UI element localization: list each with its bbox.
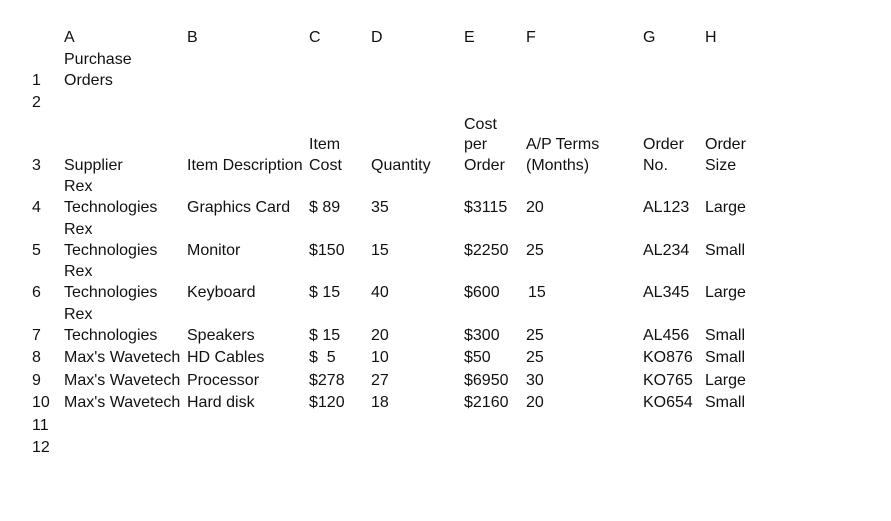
- cell-supplier[interactable]: Rex: [64, 219, 92, 240]
- cell-item-description[interactable]: Processor: [187, 370, 259, 391]
- column-header-h[interactable]: H: [705, 27, 717, 48]
- cell-supplier[interactable]: Rex: [64, 304, 92, 325]
- cell-cost-per-order[interactable]: $6950: [464, 370, 509, 391]
- cell-item-cost[interactable]: $120: [309, 392, 345, 413]
- header-quantity[interactable]: Quantity: [371, 155, 431, 176]
- cell-cost-per-order[interactable]: $3115: [464, 197, 507, 218]
- row-number[interactable]: 9: [32, 370, 41, 391]
- row-number[interactable]: 6: [32, 282, 41, 303]
- row-number[interactable]: 10: [32, 392, 50, 413]
- header-item-cost-line-2[interactable]: Cost: [309, 155, 342, 176]
- cell-ap-terms[interactable]: 25: [526, 325, 544, 346]
- cell-quantity[interactable]: 40: [371, 282, 389, 303]
- column-header-f[interactable]: F: [526, 27, 536, 48]
- cell-quantity[interactable]: 35: [371, 197, 389, 218]
- header-order-no-line-2[interactable]: No.: [643, 155, 668, 176]
- cell-cost-per-order[interactable]: $2250: [464, 240, 509, 261]
- cell-order-no[interactable]: AL234: [643, 240, 689, 261]
- cell-supplier[interactable]: Technologies: [64, 282, 157, 303]
- row-number[interactable]: 7: [32, 325, 41, 346]
- header-cost-per-order-line-3[interactable]: Order: [464, 155, 505, 176]
- cell-quantity[interactable]: 15: [371, 240, 389, 261]
- cell-supplier[interactable]: Max's Wavetech: [64, 347, 180, 368]
- cell-supplier[interactable]: Max's Wavetech: [64, 370, 180, 391]
- cell-ap-terms[interactable]: 30: [526, 370, 544, 391]
- row-number[interactable]: 12: [32, 437, 50, 458]
- column-header-d[interactable]: D: [371, 27, 383, 48]
- header-order-size-line-1[interactable]: Order: [705, 134, 746, 155]
- header-ap-terms-line-1[interactable]: A/P Terms: [526, 134, 599, 155]
- cell-item-cost[interactable]: $ 15: [309, 325, 340, 346]
- cell-order-no[interactable]: KO654: [643, 392, 693, 413]
- cell-item-description[interactable]: Keyboard: [187, 282, 256, 303]
- column-header-a[interactable]: A: [64, 27, 75, 48]
- row-number[interactable]: 3: [32, 155, 41, 176]
- cell-order-no[interactable]: KO765: [643, 370, 693, 391]
- cell-order-size[interactable]: Large: [705, 197, 746, 218]
- cell-order-size[interactable]: Small: [705, 392, 745, 413]
- row-number[interactable]: 5: [32, 240, 41, 261]
- cell-item-cost[interactable]: $ 5: [309, 347, 336, 368]
- row-number[interactable]: 1: [32, 70, 41, 91]
- cell-item-cost[interactable]: $ 89: [309, 197, 340, 218]
- cell-item-description[interactable]: HD Cables: [187, 347, 264, 368]
- cell-order-size[interactable]: Small: [705, 240, 745, 261]
- header-order-no-line-1[interactable]: Order: [643, 134, 684, 155]
- header-order-size-line-2[interactable]: Size: [705, 155, 736, 176]
- cell-item-description[interactable]: Hard disk: [187, 392, 255, 413]
- cell-supplier[interactable]: Max's Wavetech: [64, 392, 180, 413]
- cell-cost-per-order[interactable]: $600: [464, 282, 500, 303]
- cell-order-no[interactable]: AL456: [643, 325, 689, 346]
- cell-supplier[interactable]: Technologies: [64, 197, 157, 218]
- cell-order-size[interactable]: Large: [705, 370, 746, 391]
- cell-item-cost[interactable]: $ 15: [309, 282, 340, 303]
- column-header-b[interactable]: B: [187, 27, 198, 48]
- cell-quantity[interactable]: 10: [371, 347, 389, 368]
- cell-cost-per-order[interactable]: $2160: [464, 392, 509, 413]
- cell-supplier[interactable]: Rex: [64, 261, 92, 282]
- cell-order-size[interactable]: Small: [705, 347, 745, 368]
- cell-order-no[interactable]: KO876: [643, 347, 693, 368]
- cell-order-size[interactable]: Large: [705, 282, 746, 303]
- column-header-g[interactable]: G: [643, 27, 655, 48]
- cell-ap-terms[interactable]: 15: [528, 282, 546, 303]
- cell-supplier[interactable]: Technologies: [64, 325, 157, 346]
- column-header-c[interactable]: C: [309, 27, 321, 48]
- header-supplier[interactable]: Supplier: [64, 155, 123, 176]
- cell-cost-per-order[interactable]: $50: [464, 347, 491, 368]
- cell-ap-terms[interactable]: 20: [526, 392, 544, 413]
- header-item-description[interactable]: Item Description: [187, 155, 303, 176]
- row-number[interactable]: 2: [32, 92, 41, 113]
- sheet-title-line-2[interactable]: Orders: [64, 70, 113, 91]
- cell-item-cost[interactable]: $150: [309, 240, 345, 261]
- cell-ap-terms[interactable]: 25: [526, 347, 544, 368]
- cell-item-description[interactable]: Graphics Card: [187, 197, 290, 218]
- column-header-e[interactable]: E: [464, 27, 475, 48]
- cell-ap-terms[interactable]: 25: [526, 240, 544, 261]
- cell-order-no[interactable]: AL123: [643, 197, 689, 218]
- sheet-title-line-1[interactable]: Purchase: [64, 49, 132, 70]
- cell-item-cost[interactable]: $278: [309, 370, 345, 391]
- cell-quantity[interactable]: 27: [371, 370, 389, 391]
- cell-quantity[interactable]: 18: [371, 392, 389, 413]
- cell-item-description[interactable]: Monitor: [187, 240, 240, 261]
- row-number[interactable]: 11: [32, 415, 49, 436]
- header-ap-terms-line-2[interactable]: (Months): [526, 155, 589, 176]
- row-number[interactable]: 4: [32, 197, 41, 218]
- row-number[interactable]: 8: [32, 347, 41, 368]
- header-cost-per-order-line-1[interactable]: Cost: [464, 114, 497, 135]
- header-cost-per-order-line-2[interactable]: per: [464, 134, 487, 155]
- cell-order-no[interactable]: AL345: [643, 282, 689, 303]
- cell-item-description[interactable]: Speakers: [187, 325, 255, 346]
- cell-supplier[interactable]: Technologies: [64, 240, 157, 261]
- cell-ap-terms[interactable]: 20: [526, 197, 544, 218]
- cell-quantity[interactable]: 20: [371, 325, 389, 346]
- header-item-cost-line-1[interactable]: Item: [309, 134, 340, 155]
- cell-cost-per-order[interactable]: $300: [464, 325, 500, 346]
- cell-order-size[interactable]: Small: [705, 325, 745, 346]
- cell-supplier[interactable]: Rex: [64, 176, 92, 197]
